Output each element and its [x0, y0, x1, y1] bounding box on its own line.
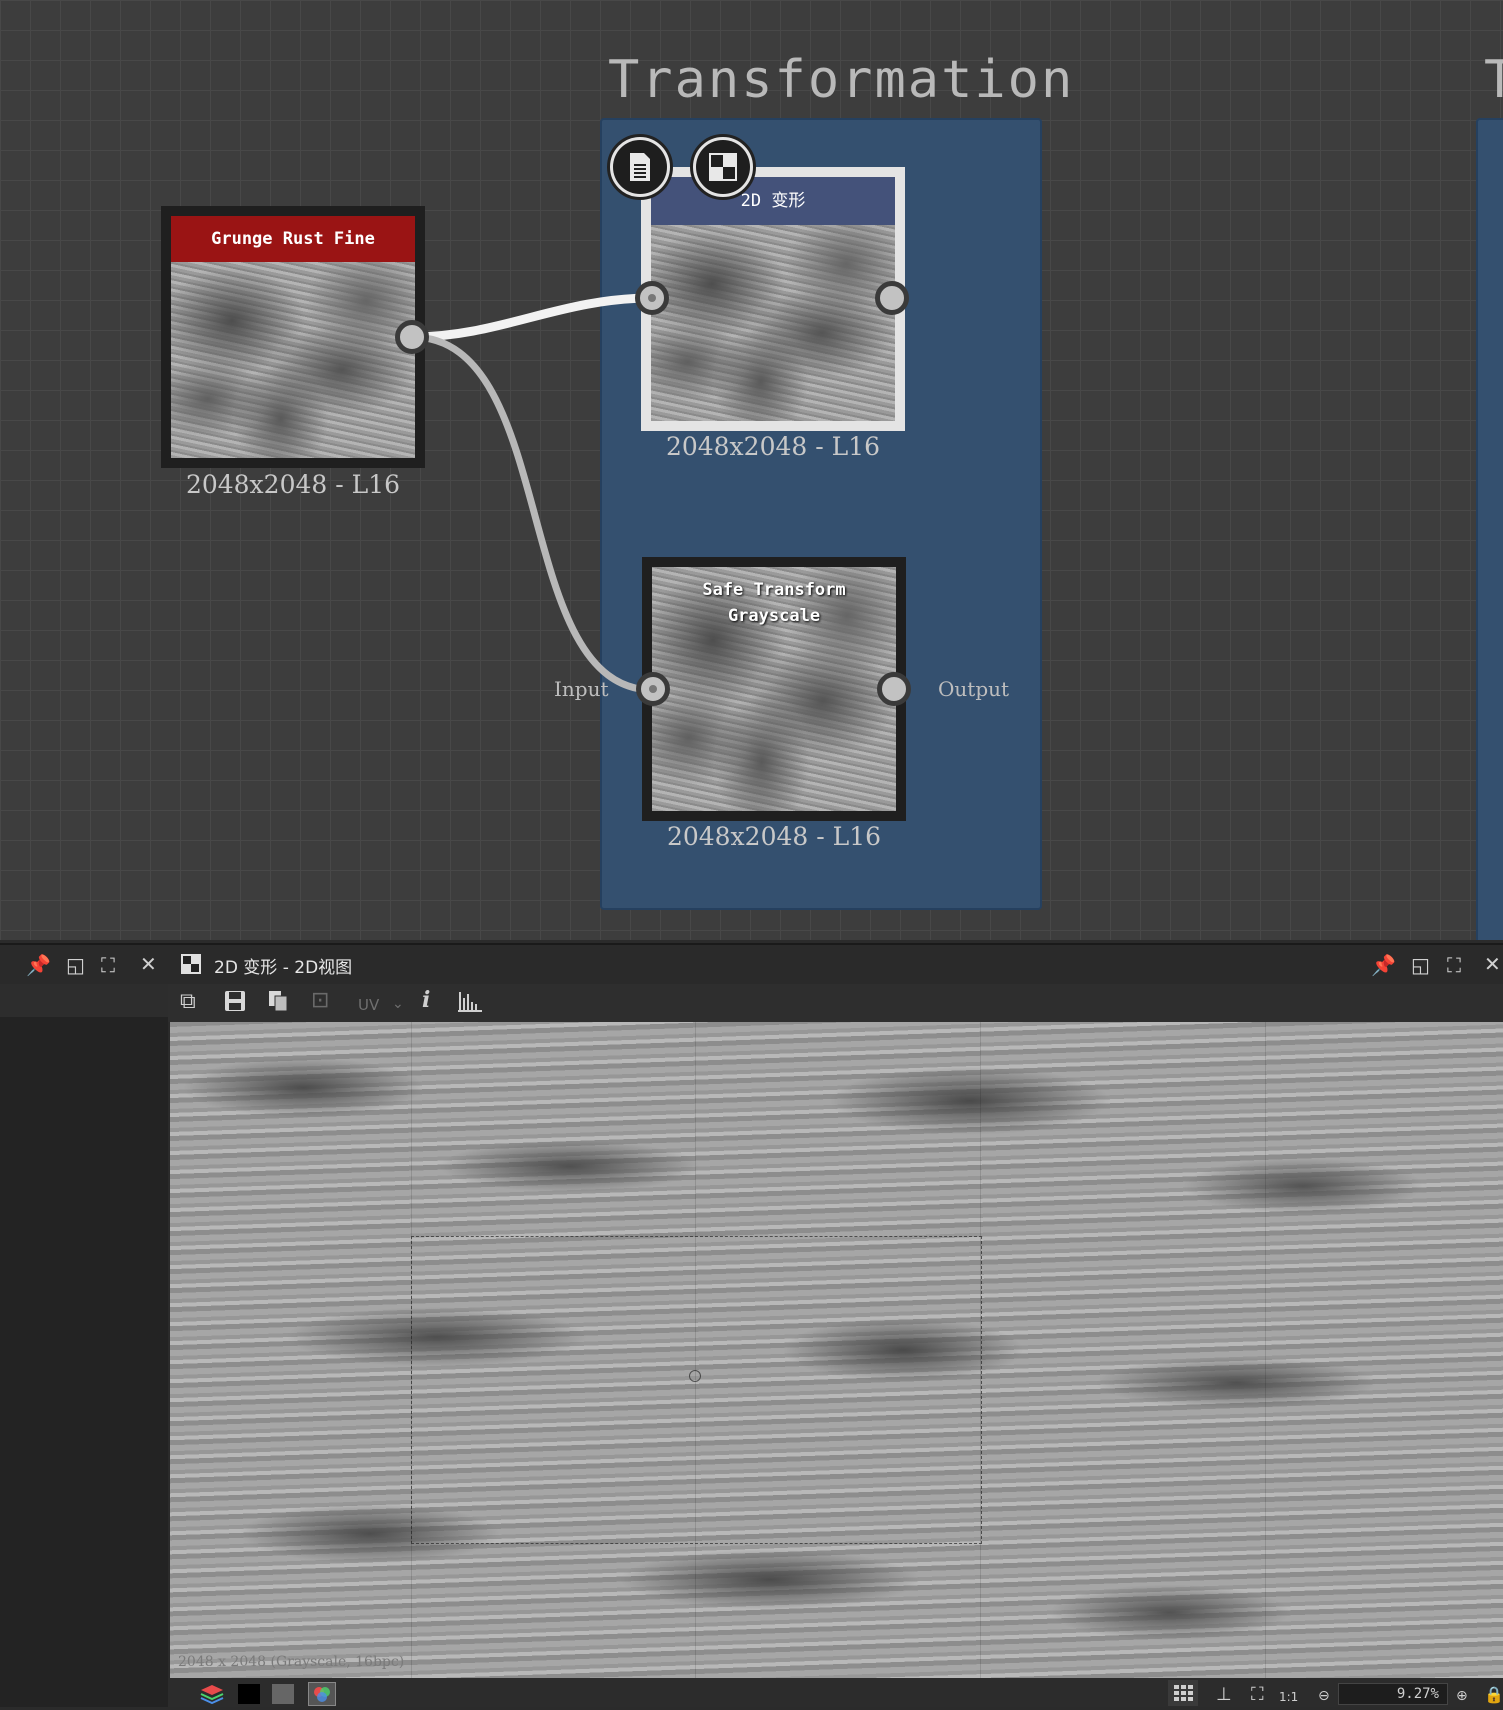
side-panel-strip	[0, 984, 168, 1017]
pin-icon[interactable]: 📌	[1371, 955, 1396, 975]
zoom-in-icon[interactable]: ⊕	[1456, 1685, 1468, 1707]
float-icon[interactable]: ◱	[1411, 955, 1430, 975]
node-resolution: 2048x2048 - L16	[666, 822, 882, 851]
layers-icon[interactable]	[200, 1684, 224, 1709]
close-icon[interactable]: ✕	[1484, 954, 1501, 974]
node-thumbnail	[171, 262, 415, 458]
wire-to-2d-transform	[411, 293, 653, 342]
transform-gizmo-center[interactable]	[689, 1370, 701, 1382]
2d-transform-node[interactable]: 2D 变形	[641, 167, 905, 431]
wire-to-safe-transform	[411, 333, 654, 694]
pin-icon[interactable]: 📌	[26, 955, 51, 975]
gray-background-swatch[interactable]	[272, 1684, 294, 1704]
close-icon[interactable]: ✕	[140, 954, 157, 974]
node-resolution: 2048x2048 - L16	[665, 432, 881, 461]
output-port-label: Output	[938, 677, 1010, 701]
fit-view-icon[interactable]: ⛶	[1251, 1684, 1264, 1706]
black-background-swatch[interactable]	[238, 1684, 260, 1704]
chevron-down-icon[interactable]: ⌄	[392, 993, 404, 1015]
node-title: 2D 变形	[651, 177, 895, 225]
safe-transform-output-port[interactable]	[877, 672, 911, 706]
pivot-icon[interactable]: ⊥	[1216, 1684, 1232, 1706]
float-icon[interactable]: ◱	[66, 955, 85, 975]
zoom-out-icon[interactable]: ⊖	[1318, 1685, 1330, 1707]
grunge-output-port[interactable]	[395, 320, 429, 354]
2d-transform-input-port[interactable]	[635, 281, 669, 315]
view-mode-icon[interactable]: ⊡	[311, 990, 329, 1012]
color-channel-icon[interactable]	[308, 1682, 336, 1706]
side-panel	[0, 984, 168, 1707]
actual-size-icon[interactable]: 1:1	[1279, 1686, 1298, 1708]
node-title: Grunge Rust Fine	[171, 216, 415, 262]
2d-transform-output-port[interactable]	[875, 281, 909, 315]
copy-icon[interactable]	[268, 990, 288, 1017]
histogram-icon[interactable]	[458, 990, 482, 1017]
panel-title: 2D 变形 - 2D视图	[214, 958, 353, 978]
tile-seam	[1265, 1022, 1266, 1678]
info-icon[interactable]: i	[422, 989, 430, 1011]
node-title: Safe Transform Grayscale	[702, 580, 846, 626]
checker-icon[interactable]	[690, 134, 756, 200]
safe-transform-input-port[interactable]	[636, 672, 670, 706]
viewport-caption: 2048 x 2048 (Grayscale, 16bpc)	[178, 1654, 405, 1670]
viewer-statusbar	[168, 1678, 1503, 1707]
grid-icon[interactable]	[1168, 1680, 1198, 1706]
node-thumbnail	[651, 225, 895, 421]
document-icon[interactable]	[607, 134, 673, 200]
node-graph[interactable]: Transformation T Grunge Rust Fine 2048x2…	[0, 0, 1503, 940]
zoom-field[interactable]: 9.27%	[1338, 1683, 1448, 1705]
input-port-label: Input	[554, 677, 609, 701]
transform-gizmo-box[interactable]	[411, 1236, 982, 1544]
copy-view-icon[interactable]: ⧉	[180, 991, 196, 1013]
2d-viewport[interactable]	[170, 1022, 1503, 1678]
maximize-icon[interactable]: ⛶	[1447, 955, 1461, 975]
2d-view-icon	[181, 954, 201, 977]
node-resolution: 2048x2048 - L16	[185, 470, 401, 499]
grunge-rust-fine-node[interactable]: Grunge Rust Fine	[161, 206, 425, 468]
uv-dropdown[interactable]: UV	[358, 994, 379, 1016]
safe-transform-node[interactable]: Safe Transform Grayscale	[642, 557, 906, 821]
lock-icon[interactable]: 🔒	[1484, 1684, 1503, 1706]
save-icon[interactable]	[224, 990, 246, 1017]
maximize-icon[interactable]: ⛶	[101, 955, 115, 975]
